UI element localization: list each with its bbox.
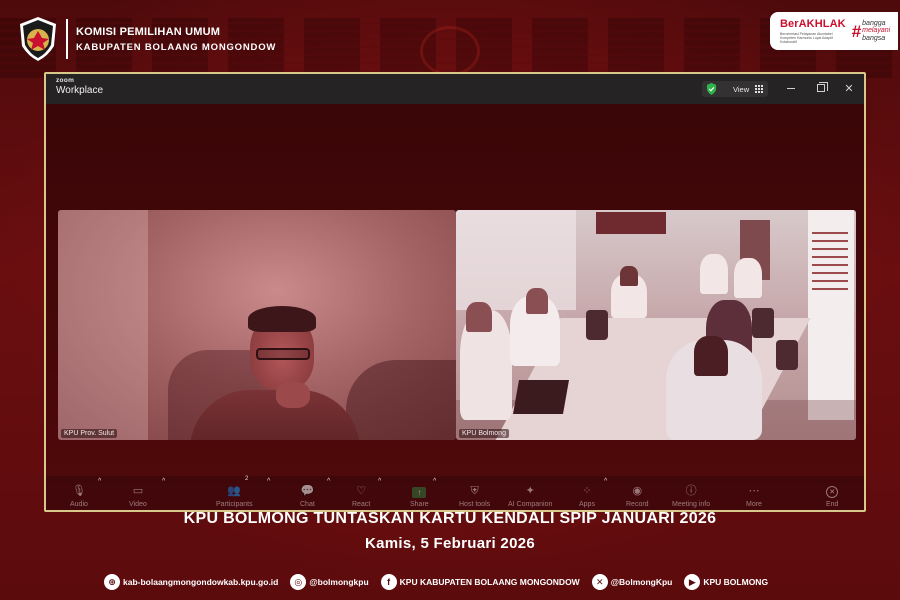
facebook-link[interactable]: f KPU KABUPATEN BOLAANG MONGONDOW [380, 574, 580, 590]
instagram-icon: ◎ [290, 574, 307, 590]
meeting-toolbar: 🎙 Audio ^ ▭ Video ^ 👥 Participants 2 ^ 💬… [46, 476, 864, 510]
apps-chevron-icon[interactable]: ^ [604, 478, 607, 485]
social-footer: ⊕ kab-bolaangmongondowkab.kpu.go.id ◎ @b… [104, 572, 780, 592]
share-screen-icon: ↑ [412, 487, 427, 498]
apps-icon: ⁘ [582, 484, 592, 497]
share-button[interactable]: ↑ Share [410, 487, 429, 508]
info-icon: ⓘ [685, 484, 697, 497]
video-camera-icon: ▭ [132, 484, 144, 497]
globe-icon: ⊕ [104, 574, 120, 590]
x-icon: ✕ [591, 574, 608, 590]
facebook-icon: f [380, 574, 397, 590]
zoom-brand: zoom Workplace [56, 77, 104, 96]
record-button[interactable]: ◉ Record [626, 484, 649, 508]
berakhlak-badge: BerAKHLAK Berorientasi Pelayanan Akuntab… [770, 12, 898, 50]
youtube-link[interactable]: ▶ KPU BOLMONG [684, 574, 768, 590]
share-chevron-icon[interactable]: ^ [433, 478, 436, 485]
participants-icon: 👥 [227, 484, 242, 497]
kpu-logo [18, 16, 58, 62]
grid-view-icon [755, 85, 764, 93]
heart-icon: ♡ [356, 484, 367, 497]
zoom-brand-main: Workplace [56, 84, 104, 96]
zoom-brand-top: zoom [56, 77, 75, 84]
meeting-info-button[interactable]: ⓘ Meeting info [672, 484, 710, 508]
apps-button[interactable]: ⁘ Apps [579, 484, 595, 508]
sparkle-icon: ✦ [525, 484, 535, 497]
x-link[interactable]: ✕ @BolmongKpu [591, 574, 672, 590]
participant [700, 254, 728, 294]
laptop [513, 380, 569, 414]
tile-label: KPU Prov. Sulut [61, 429, 118, 438]
view-label: View [733, 84, 750, 94]
berakhlak-wordmark: BerAKHLAK [780, 17, 846, 30]
ai-companion-button[interactable]: ✦ AI Companion [508, 484, 552, 508]
website-link[interactable]: ⊕ kab-bolaangmongondowkab.kpu.go.id [104, 574, 278, 590]
end-icon: ✕ [826, 486, 839, 498]
chat-chevron-icon[interactable]: ^ [327, 478, 330, 485]
wall-banner [808, 210, 854, 420]
participants-chevron-icon[interactable]: ^ [267, 478, 270, 485]
headline: KPU BOLMONG TUNTASKAN KARTU KENDALI SPIP… [183, 510, 717, 527]
zoom-titlebar: zoom Workplace View ✕ [46, 74, 864, 104]
host-tools-button[interactable]: ⛨ Host tools [459, 484, 490, 508]
bangga-melayani-bangsa-logo: # bangga melayani bangsa [852, 20, 890, 42]
microphone-icon: 🎙 [71, 484, 86, 497]
video-button[interactable]: ▭ Video [129, 484, 147, 508]
restore-icon[interactable] [814, 81, 828, 95]
chat-button[interactable]: 💬 Chat [300, 484, 315, 508]
hashtag-icon: # [851, 21, 862, 41]
video-tile-kpu-prov-sulut[interactable]: KPU Prov. Sulut [58, 210, 456, 440]
end-button[interactable]: ✕ End [826, 486, 838, 508]
participant [734, 258, 762, 298]
react-button[interactable]: ♡ React [352, 484, 370, 508]
bangga-line-3: bangsa [862, 34, 886, 42]
shield-icon: ⛨ [470, 484, 479, 497]
glasses [256, 348, 310, 360]
date-line: Kamis, 5 Februari 2026 [364, 535, 536, 552]
more-button[interactable]: ⋯ More [746, 484, 762, 508]
view-button[interactable]: View [702, 81, 768, 97]
audio-options-chevron-icon[interactable]: ^ [98, 478, 101, 485]
video-tile-kpu-bolmong[interactable]: KPU Bolmong [456, 210, 856, 440]
minimize-icon[interactable] [784, 81, 798, 95]
org-header: KOMISI PEMILIHAN UMUM KABUPATEN BOLAANG … [18, 16, 276, 62]
participants-count: 2 [245, 476, 249, 482]
video-stage: KPU Prov. Sulut KPU Bolmong [46, 104, 864, 510]
youtube-icon: ▶ [684, 574, 701, 590]
berakhlak-tagline: Berorientasi Pelayanan Akuntabel Kompete… [780, 31, 833, 45]
chat-icon: 💬 [300, 484, 315, 497]
tile-label: KPU Bolmong [459, 429, 509, 438]
react-chevron-icon[interactable]: ^ [378, 478, 381, 485]
security-shield-icon [706, 83, 717, 95]
participants-button[interactable]: 👥 Participants [216, 484, 253, 508]
bangga-line-1: bangga [862, 19, 886, 27]
org-subtitle: KABUPATEN BOLAANG MONGONDOW [76, 41, 277, 53]
audio-button[interactable]: 🎙 Audio [70, 484, 88, 508]
instagram-link[interactable]: ◎ @bolmongkpu [290, 574, 369, 590]
close-icon[interactable]: ✕ [842, 81, 856, 95]
video-options-chevron-icon[interactable]: ^ [162, 478, 165, 485]
org-title: KOMISI PEMILIHAN UMUM [76, 25, 221, 38]
more-icon: ⋯ [748, 484, 760, 497]
record-icon: ◉ [632, 484, 643, 497]
bangga-line-2: melayani [862, 27, 891, 35]
wall-display [596, 212, 666, 234]
header-divider [66, 19, 68, 59]
zoom-window: zoom Workplace View ✕ KPU Prov. Sulut KP… [44, 72, 866, 512]
background-seal [420, 26, 480, 76]
